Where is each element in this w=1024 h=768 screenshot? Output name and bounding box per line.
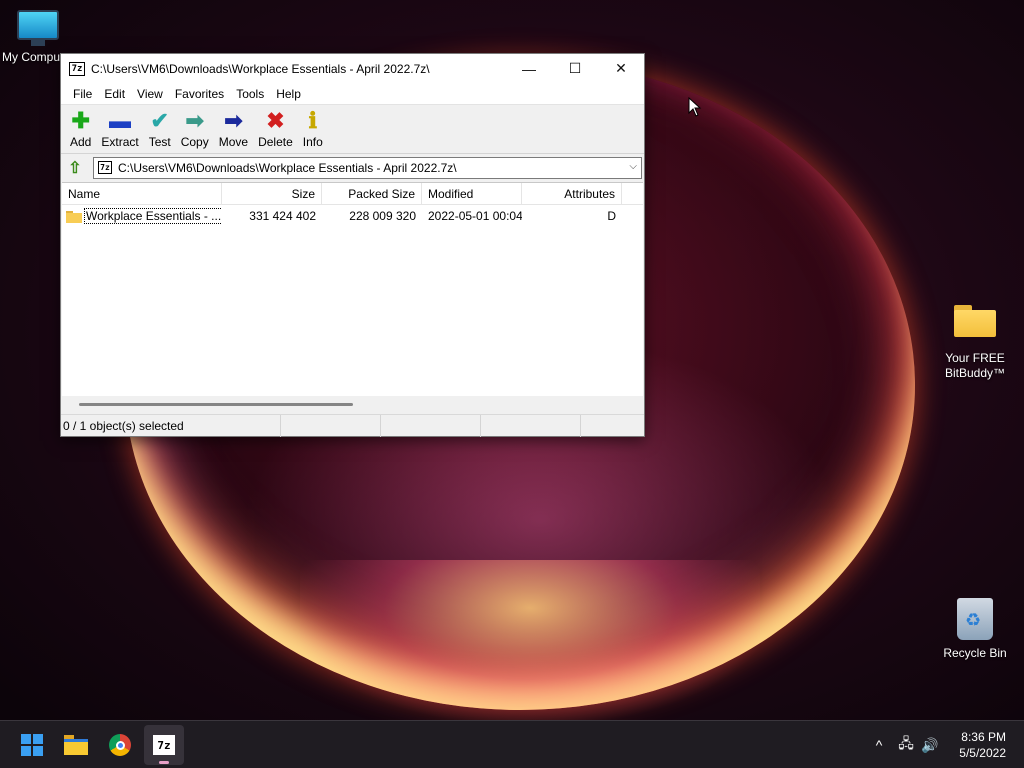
desktop-icon-label: Your FREE BitBuddy™ — [944, 351, 1006, 380]
copy-button[interactable]: ➡ Copy — [176, 108, 214, 150]
test-button[interactable]: ✔ Test — [144, 108, 176, 150]
move-button[interactable]: ➡ Move — [214, 108, 253, 150]
row-attributes: D — [607, 209, 616, 223]
recycle-bin-icon: ♻ — [957, 598, 993, 640]
add-label: Add — [70, 135, 92, 149]
menu-file[interactable]: File — [67, 87, 98, 101]
active-indicator — [159, 761, 169, 764]
column-header-attributes[interactable]: Attributes — [522, 182, 622, 205]
up-folder-button[interactable]: ⇧ — [63, 157, 87, 179]
add-button[interactable]: ✚ Add — [65, 108, 96, 150]
7zip-app-icon: 7z — [153, 735, 175, 755]
taskbar-clock[interactable]: 8:36 PM 5/5/2022 — [959, 729, 1006, 761]
column-header-size[interactable]: Size — [222, 182, 322, 205]
menu-favorites[interactable]: Favorites — [169, 87, 230, 101]
7zip-file-manager-window: 7z C:\Users\VM6\Downloads\Workplace Esse… — [60, 53, 645, 437]
wallpaper-glow — [300, 560, 760, 720]
move-icon: ➡ — [224, 108, 243, 133]
menu-tools[interactable]: Tools — [230, 87, 270, 101]
chevron-down-icon[interactable]: ⌵ — [629, 161, 637, 172]
archive-icon: 7z — [98, 161, 112, 174]
windows-logo-icon — [21, 734, 43, 756]
extract-icon: ▬ — [109, 108, 132, 133]
info-icon: ℹ — [308, 108, 317, 133]
monitor-icon — [0, 10, 76, 46]
status-text: 0 / 1 object(s) selected — [61, 415, 281, 437]
clock-time: 8:36 PM — [961, 730, 1006, 744]
file-list[interactable]: Name Size Packed Size Modified Attribute… — [62, 182, 643, 413]
taskbar-chrome[interactable] — [100, 725, 140, 765]
test-icon: ✔ — [150, 108, 169, 133]
row-modified: 2022-05-01 00:04 — [428, 209, 522, 223]
desktop-icon-bitbuddy[interactable]: Your FREE BitBuddy™ — [937, 305, 1013, 381]
delete-label: Delete — [258, 135, 293, 149]
row-size: 331 424 402 — [249, 209, 316, 223]
system-tray: ^ 🖧 🔊 — [870, 721, 942, 768]
taskbar: 7z ^ 🖧 🔊 8:36 PM 5/5/2022 — [0, 720, 1024, 768]
title-bar[interactable]: 7z C:\Users\VM6\Downloads\Workplace Esse… — [61, 54, 644, 83]
taskbar-7zip[interactable]: 7z — [144, 725, 184, 765]
add-icon: ✚ — [71, 108, 90, 133]
extract-label: Extract — [101, 135, 139, 149]
move-label: Move — [218, 135, 249, 149]
column-header-packed-size[interactable]: Packed Size — [322, 182, 422, 205]
network-icon[interactable]: 🖧 — [894, 733, 918, 757]
chrome-icon — [109, 734, 131, 756]
toolbar: ✚ Add ▬ Extract ✔ Test ➡ Copy ➡ Move ✖ D… — [61, 105, 644, 154]
minimize-button[interactable]: — — [506, 54, 552, 83]
start-button[interactable] — [12, 725, 52, 765]
address-combobox[interactable]: 7z C:\Users\VM6\Downloads\Workplace Esse… — [93, 156, 642, 179]
file-explorer-icon — [64, 735, 88, 755]
info-label: Info — [302, 135, 323, 149]
extract-button[interactable]: ▬ Extract — [96, 108, 143, 150]
column-header-modified[interactable]: Modified — [422, 182, 522, 205]
copy-label: Copy — [180, 135, 209, 149]
clock-date: 5/5/2022 — [959, 746, 1006, 760]
maximize-button[interactable]: ☐ — [552, 54, 598, 83]
menu-view[interactable]: View — [131, 87, 169, 101]
taskbar-file-explorer[interactable] — [56, 725, 96, 765]
desktop-icon-label: Recycle Bin — [943, 646, 1007, 660]
list-header: Name Size Packed Size Modified Attribute… — [62, 182, 643, 205]
status-cell-3 — [381, 415, 481, 437]
tray-overflow-chevron-icon[interactable]: ^ — [870, 737, 888, 753]
7zip-app-icon: 7z — [69, 61, 85, 76]
folder-icon — [954, 305, 996, 337]
desktop-icon-recycle-bin[interactable]: ♻ Recycle Bin — [937, 598, 1013, 660]
delete-icon: ✖ — [266, 108, 285, 133]
scrollbar-thumb[interactable] — [79, 403, 353, 406]
row-name-cell: Workplace Essentials - ... — [62, 205, 222, 227]
column-header-name[interactable]: Name — [62, 182, 222, 205]
menu-help[interactable]: Help — [270, 87, 307, 101]
copy-icon: ➡ — [185, 108, 204, 133]
address-path: C:\Users\VM6\Downloads\Workplace Essenti… — [118, 160, 457, 175]
window-title: C:\Users\VM6\Downloads\Workplace Essenti… — [91, 61, 430, 76]
horizontal-scrollbar[interactable] — [62, 396, 643, 413]
table-row[interactable]: Workplace Essentials - ... 331 424 402 2… — [62, 205, 643, 227]
menu-bar: File Edit View Favorites Tools Help — [61, 83, 644, 105]
address-row: ⇧ 7z C:\Users\VM6\Downloads\Workplace Es… — [61, 154, 644, 181]
close-button[interactable]: ✕ — [598, 54, 644, 83]
row-name: Workplace Essentials - ... — [84, 208, 222, 224]
delete-button[interactable]: ✖ Delete — [253, 108, 298, 150]
status-cell-2 — [281, 415, 381, 437]
up-arrow-icon: ⇧ — [68, 159, 82, 177]
row-packed-size: 228 009 320 — [349, 209, 416, 223]
status-bar: 0 / 1 object(s) selected — [61, 414, 644, 437]
volume-icon[interactable]: 🔊 — [918, 737, 942, 754]
status-cell-4 — [481, 415, 581, 437]
info-button[interactable]: ℹ Info — [298, 108, 328, 150]
menu-edit[interactable]: Edit — [98, 87, 131, 101]
folder-icon — [66, 210, 82, 223]
test-label: Test — [148, 135, 171, 149]
mouse-cursor-icon — [688, 97, 702, 117]
